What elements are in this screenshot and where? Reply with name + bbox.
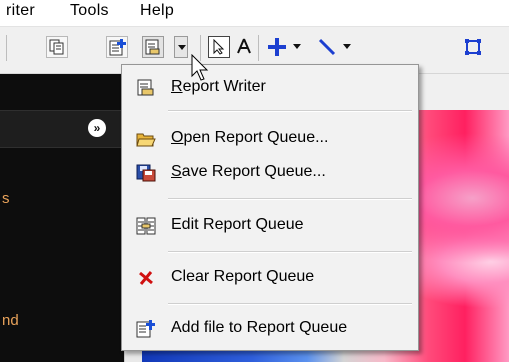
menu-separator [168, 198, 412, 200]
menu-separator [168, 110, 412, 112]
menu-writer[interactable]: riter [6, 2, 35, 20]
report-writer-icon [145, 39, 160, 55]
rectangle-tool-icon [465, 39, 481, 55]
crosshair-icon [268, 38, 286, 56]
copy-button[interactable] [46, 36, 68, 58]
add-report-button[interactable] [106, 36, 128, 58]
menu-item-open-report-queue[interactable]: Open Report Queue... [124, 122, 416, 156]
menu-item-clear-report-queue[interactable]: Clear Report Queue [124, 261, 416, 295]
add-report-icon [109, 39, 126, 56]
toolbar-separator [6, 35, 7, 61]
crosshair-button[interactable] [266, 36, 288, 58]
menu-item-add-file-to-report-queue[interactable]: Add file to Report Queue [124, 312, 416, 346]
menu-separator [168, 303, 412, 305]
left-panel: » s nd [0, 74, 124, 362]
toolbar-separator [258, 35, 259, 61]
open-folder-icon [136, 133, 156, 147]
add-file-icon [136, 320, 155, 338]
report-dropdown-menu: Report Writer Open Report Queue... Save … [121, 64, 419, 351]
text-icon [237, 38, 251, 54]
menu-item-mnemonic: S [171, 163, 182, 180]
clear-x-icon [139, 271, 153, 285]
line-tool-icon [318, 38, 336, 56]
text-tool-button[interactable] [234, 36, 256, 58]
menu-item-report-writer[interactable]: Report Writer [124, 71, 416, 105]
menu-help[interactable]: Help [140, 2, 174, 20]
report-writer-dropdown-arrow[interactable] [174, 36, 188, 58]
pointer-icon [213, 39, 225, 55]
menu-item-label: Add file to Report Queue [171, 319, 348, 336]
menu-item-label: ave Report Queue... [181, 163, 326, 180]
menu-item-mnemonic: R [171, 78, 183, 95]
edit-queue-icon [136, 217, 156, 235]
panel-label: s [2, 190, 10, 207]
pointer-button[interactable] [208, 36, 230, 58]
collapse-button[interactable]: » [88, 119, 106, 137]
menu-item-label: Edit Report Queue [171, 216, 304, 233]
panel-label: nd [2, 312, 19, 329]
report-writer-icon [137, 79, 154, 96]
left-panel-header: » [0, 110, 124, 148]
menu-item-label: pen Report Queue... [183, 129, 329, 146]
menu-item-save-report-queue[interactable]: Save Report Queue... [124, 156, 416, 190]
menu-item-mnemonic: O [171, 129, 184, 146]
copy-icon [49, 39, 64, 55]
mouse-cursor-icon [191, 54, 209, 81]
menubar: riter Tools Help [0, 0, 509, 27]
menu-tools[interactable]: Tools [70, 2, 109, 20]
line-tool-dropdown-arrow[interactable] [340, 36, 354, 58]
report-writer-button[interactable] [142, 36, 164, 58]
crosshair-dropdown-arrow[interactable] [290, 36, 304, 58]
menu-separator [168, 251, 412, 253]
rectangle-tool-button[interactable] [462, 36, 484, 58]
save-disk-icon [136, 164, 156, 182]
menu-item-label: Clear Report Queue [171, 268, 315, 285]
line-tool-button[interactable] [316, 36, 338, 58]
menu-item-edit-report-queue[interactable]: Edit Report Queue [124, 209, 416, 243]
